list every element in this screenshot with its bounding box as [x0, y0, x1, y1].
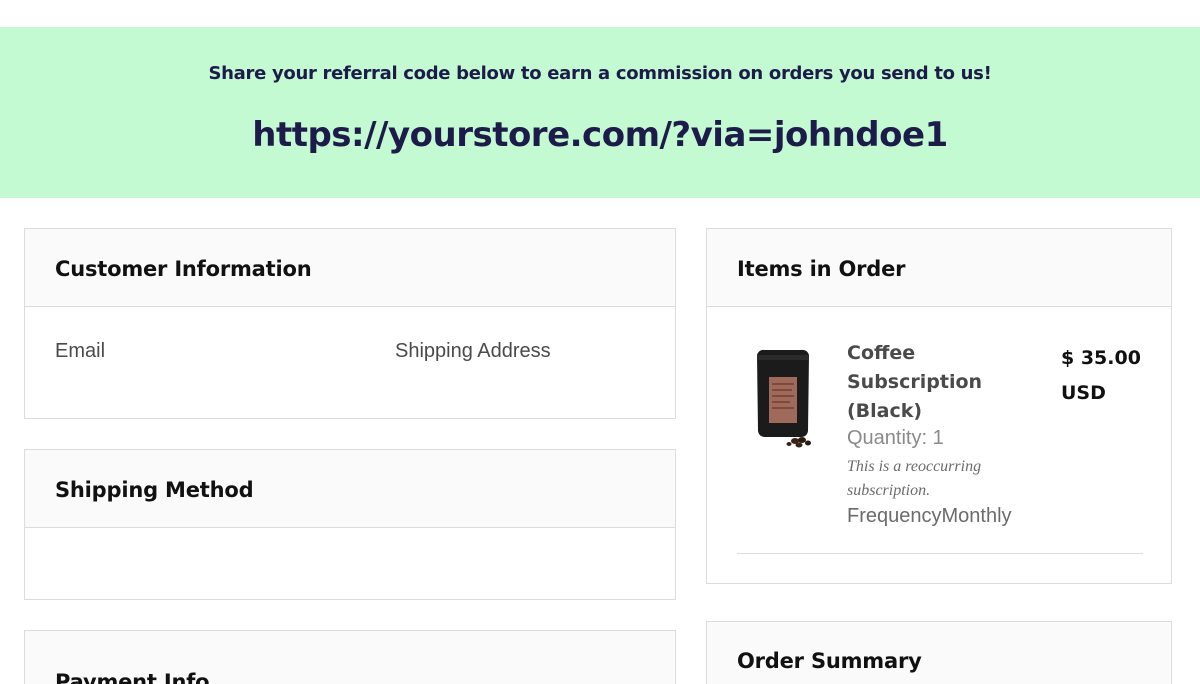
item-quantity: Quantity: 1	[847, 427, 944, 449]
payment-info-header: Payment Info	[25, 631, 675, 684]
customer-information-card: Customer Information Email Shipping Addr…	[24, 228, 676, 419]
shipping-method-card: Shipping Method	[24, 449, 676, 600]
item-divider	[737, 553, 1143, 554]
shipping-method-title: Shipping Method	[55, 477, 254, 502]
item-name: Coffee Subscription (Black)	[847, 342, 983, 422]
payment-info-card: Payment Info	[24, 630, 676, 684]
items-in-order-card: Items in Order Coffee Subscription (Blac…	[706, 228, 1172, 584]
item-price: $ 35.00 USD	[1061, 347, 1141, 404]
order-summary-card: Order Summary	[706, 621, 1172, 684]
customer-information-title: Customer Information	[55, 256, 312, 281]
shipping-address-label: Shipping Address	[395, 340, 551, 362]
items-in-order-title: Items in Order	[737, 256, 906, 281]
order-summary-header: Order Summary	[707, 622, 1171, 684]
shipping-method-header: Shipping Method	[25, 450, 675, 528]
item-subscription-note: This is a reoccurring subscription.	[847, 458, 982, 499]
coffee-bag-image	[757, 349, 811, 448]
payment-info-title: Payment Info	[55, 670, 210, 684]
referral-link[interactable]: https://yourstore.com/?via=johndoe1	[0, 115, 1200, 155]
item-frequency: FrequencyMonthly	[847, 505, 1012, 527]
customer-information-header: Customer Information	[25, 229, 675, 307]
referral-banner: Share your referral code below to earn a…	[0, 27, 1200, 198]
order-summary-title: Order Summary	[737, 649, 922, 673]
referral-message: Share your referral code below to earn a…	[208, 63, 992, 84]
email-label: Email	[55, 340, 106, 362]
items-in-order-header: Items in Order	[707, 229, 1171, 307]
